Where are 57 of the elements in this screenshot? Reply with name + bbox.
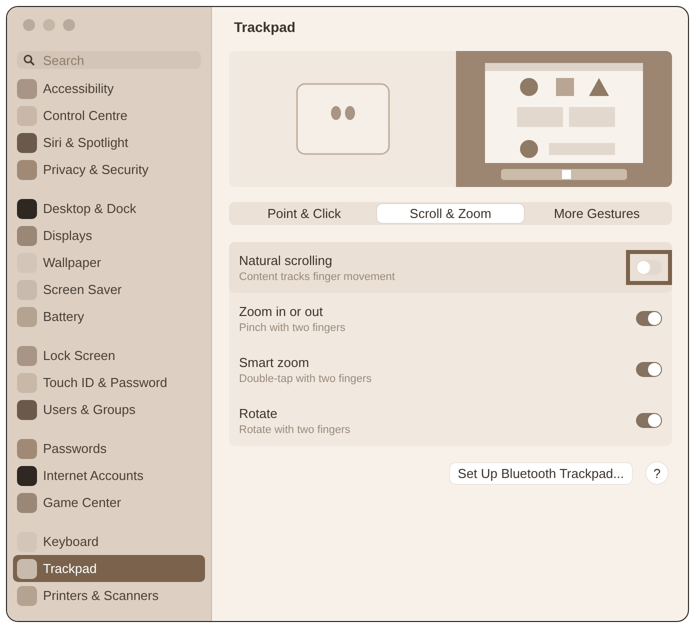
tab[interactable]: Scroll & Zoom xyxy=(377,204,524,223)
app-tile-icon xyxy=(17,160,37,180)
sidebar-item[interactable]: Keyboard xyxy=(13,528,205,555)
setting-title: Natural scrolling xyxy=(239,252,334,268)
app-tile-icon xyxy=(17,306,37,326)
sidebar-item[interactable]: Internet Accounts xyxy=(13,462,205,489)
setting-description: Double-tap with two fingers xyxy=(239,372,372,384)
setting-description: Pinch with two fingers xyxy=(239,322,346,334)
close-button[interactable] xyxy=(23,19,35,31)
sidebar-item[interactable]: Control Centre xyxy=(13,102,205,129)
window-title: Trackpad xyxy=(234,19,296,35)
sidebar-item[interactable]: Wallpaper xyxy=(13,249,205,276)
app-tile-icon xyxy=(17,226,37,246)
tab[interactable]: More Gestures xyxy=(524,204,670,223)
sidebar-item[interactable]: Battery xyxy=(13,303,205,330)
toggle-switch[interactable] xyxy=(636,362,662,377)
tab[interactable]: Point & Click xyxy=(231,204,378,223)
app-tile-icon xyxy=(17,372,37,392)
app-tile-icon xyxy=(17,346,37,366)
setup-button[interactable]: Set Up Bluetooth Trackpad... xyxy=(450,462,632,484)
app-tile-icon xyxy=(17,198,37,218)
app-tile-icon xyxy=(17,586,37,606)
sidebar-item[interactable]: Game Center xyxy=(13,489,205,516)
sidebar-item[interactable]: Screen Saver xyxy=(13,276,205,303)
app-tile-icon xyxy=(17,466,37,486)
zoom-button[interactable] xyxy=(63,19,75,31)
help-button[interactable]: ? xyxy=(646,462,668,484)
app-tile-icon xyxy=(17,78,37,98)
sidebar-item[interactable]: Displays xyxy=(13,222,205,249)
search-icon xyxy=(23,54,35,66)
setting-description: Content tracks finger movement xyxy=(239,270,395,282)
sidebar-item[interactable]: Desktop & Dock xyxy=(13,195,205,222)
app-tile-icon xyxy=(17,400,37,420)
search-field[interactable]: Search xyxy=(17,51,201,69)
sidebar-item[interactable]: Privacy & Security xyxy=(13,156,205,183)
sidebar-item[interactable]: Touch ID & Password xyxy=(13,369,205,396)
search-input[interactable]: Search xyxy=(41,52,195,68)
sidebar-item[interactable]: Trackpad xyxy=(13,555,205,582)
sidebar-item[interactable]: Users & Groups xyxy=(13,396,205,423)
toggle-switch[interactable] xyxy=(636,413,662,428)
sidebar-item[interactable]: Accessibility xyxy=(13,75,205,102)
setting-title: Rotate xyxy=(239,406,278,420)
sidebar-item[interactable]: Lock Screen xyxy=(13,342,205,369)
app-tile-icon xyxy=(17,438,37,458)
setting-description: Rotate with two fingers xyxy=(239,424,350,436)
setting-title: Zoom in or out xyxy=(239,304,324,318)
app-tile-icon xyxy=(17,106,37,126)
toggle-switch[interactable] xyxy=(636,260,662,275)
setting-title: Smart zoom xyxy=(239,354,310,370)
app-tile-icon xyxy=(17,492,37,512)
sidebar-item[interactable]: Siri & Spotlight xyxy=(13,129,205,156)
app-tile-icon xyxy=(17,558,37,578)
app-tile-icon xyxy=(17,132,37,152)
toggle-switch[interactable] xyxy=(636,311,662,326)
sidebar-item[interactable]: Printers & Scanners xyxy=(13,582,205,609)
minimize-button[interactable] xyxy=(43,19,55,31)
sidebar-item[interactable]: Passwords xyxy=(13,435,205,462)
